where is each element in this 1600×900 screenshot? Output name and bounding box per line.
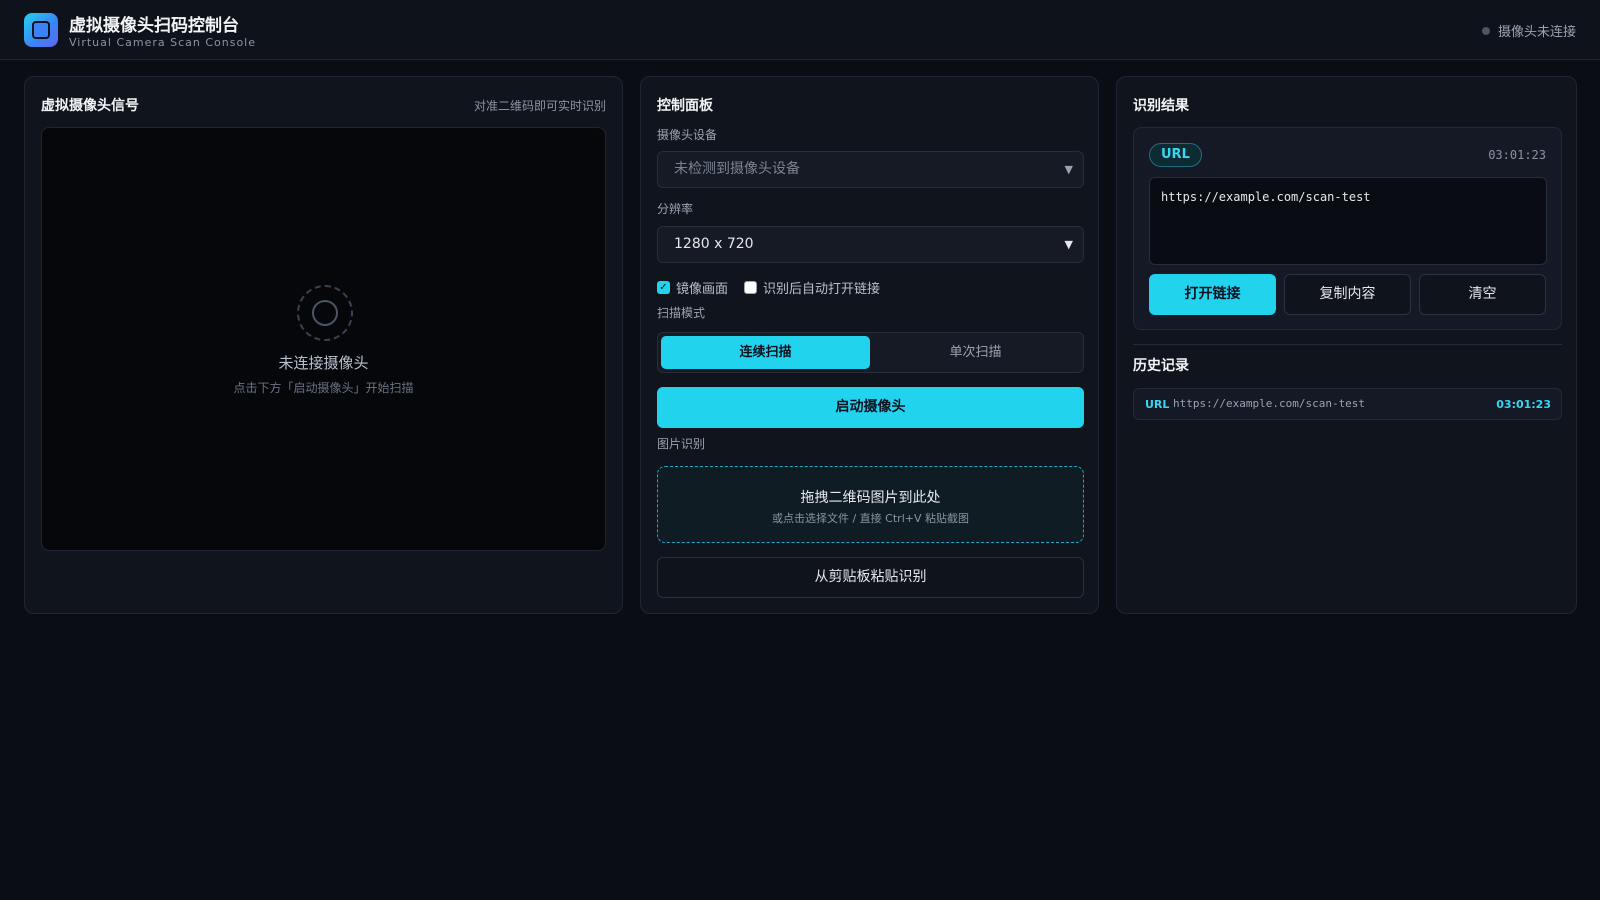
result-box: URL 03:01:23 https://example.com/scan-te… bbox=[1133, 127, 1562, 330]
paste-from-clipboard-button[interactable]: 从剪贴板粘贴识别 bbox=[657, 557, 1084, 598]
resolution-label: 分辨率 bbox=[657, 202, 694, 216]
history-title: 历史记录 bbox=[1133, 358, 1189, 374]
resolution-select[interactable]: 1280 x 720 ▼ bbox=[657, 226, 1084, 263]
scan-mode-toggle: 连续扫描 单次扫描 bbox=[657, 332, 1084, 373]
camera-status: 摄像头未连接 bbox=[1481, 21, 1576, 40]
single-scan-button[interactable]: 单次扫描 bbox=[871, 336, 1080, 369]
camera-panel: 虚拟摄像头信号 对准二维码即可实时识别 未连接摄像头 点击下方「启动摄像头」开始… bbox=[24, 76, 623, 614]
history-item-text: https://example.com/scan-test bbox=[1173, 397, 1366, 410]
image-dropzone[interactable]: 拖拽二维码图片到此处 或点击选择文件 / 直接 Ctrl+V 粘贴截图 bbox=[657, 466, 1084, 543]
device-select[interactable]: 未检测到摄像头设备 ▼ bbox=[657, 151, 1084, 188]
auto-open-label[interactable]: 识别后自动打开链接 bbox=[763, 278, 880, 297]
image-recognition-label: 图片识别 bbox=[657, 437, 706, 451]
camera-status-text: 摄像头未连接 bbox=[1497, 25, 1576, 40]
mirror-checkbox[interactable]: ✓ bbox=[657, 281, 670, 294]
continuous-scan-button[interactable]: 连续扫描 bbox=[661, 336, 870, 369]
dropzone-subtitle: 或点击选择文件 / 直接 Ctrl+V 粘贴截图 bbox=[771, 512, 969, 525]
app-title: 虚拟摄像头扫码控制台 bbox=[69, 16, 239, 36]
history-item-type: URL bbox=[1145, 398, 1170, 411]
device-label: 摄像头设备 bbox=[657, 128, 718, 142]
camera-placeholder-subtitle: 点击下方「启动摄像头」开始扫描 bbox=[233, 381, 414, 395]
camera-hint: 对准二维码即可实时识别 bbox=[473, 99, 606, 113]
dropzone-title: 拖拽二维码图片到此处 bbox=[800, 490, 941, 506]
app-logo-icon bbox=[24, 13, 58, 47]
result-time: 03:01:23 bbox=[1488, 148, 1546, 162]
open-link-button[interactable]: 打开链接 bbox=[1149, 274, 1276, 315]
auto-open-checkbox[interactable] bbox=[744, 281, 758, 294]
scan-mode-label: 扫描模式 bbox=[657, 306, 706, 320]
mirror-label[interactable]: 镜像画面 bbox=[676, 278, 728, 297]
app-subtitle: Virtual Camera Scan Console bbox=[69, 36, 257, 49]
control-panel-title: 控制面板 bbox=[657, 98, 713, 114]
result-panel: 识别结果 URL 03:01:23 https://example.com/sc… bbox=[1116, 76, 1577, 614]
top-bar: 虚拟摄像头扫码控制台 Virtual Camera Scan Console 摄… bbox=[0, 0, 1600, 60]
result-panel-title: 识别结果 bbox=[1133, 98, 1189, 114]
chevron-down-icon: ▼ bbox=[1064, 238, 1073, 251]
chevron-down-icon: ▼ bbox=[1064, 163, 1073, 176]
result-content-textarea[interactable]: https://example.com/scan-test bbox=[1149, 177, 1547, 265]
divider bbox=[1133, 344, 1562, 345]
camera-placeholder-title: 未连接摄像头 bbox=[278, 354, 369, 372]
camera-panel-title: 虚拟摄像头信号 bbox=[41, 98, 139, 114]
options-row: ✓ 镜像画面 识别后自动打开链接 bbox=[657, 278, 880, 297]
start-camera-button[interactable]: 启动摄像头 bbox=[657, 387, 1084, 428]
camera-placeholder-icon bbox=[297, 285, 353, 341]
history-item[interactable]: URL https://example.com/scan-test 03:01:… bbox=[1133, 388, 1562, 420]
history-item-time: 03:01:23 bbox=[1496, 398, 1551, 411]
camera-preview: 未连接摄像头 点击下方「启动摄像头」开始扫描 bbox=[41, 127, 606, 551]
device-select-value: 未检测到摄像头设备 bbox=[674, 161, 800, 177]
status-dot-icon bbox=[1481, 26, 1490, 35]
result-type-badge: URL bbox=[1149, 143, 1202, 167]
control-panel: 控制面板 摄像头设备 未检测到摄像头设备 ▼ 分辨率 1280 x 720 ▼ … bbox=[640, 76, 1099, 614]
resolution-select-value: 1280 x 720 bbox=[674, 236, 754, 252]
clear-button[interactable]: 清空 bbox=[1419, 274, 1546, 315]
copy-content-button[interactable]: 复制内容 bbox=[1284, 274, 1411, 315]
